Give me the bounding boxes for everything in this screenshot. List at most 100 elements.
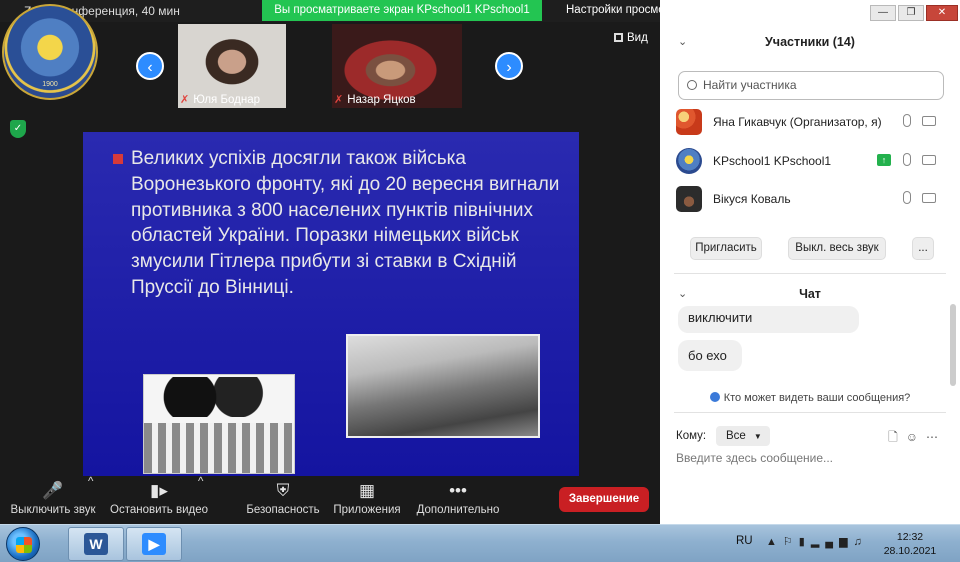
clock-date: 28.10.2021: [883, 545, 937, 557]
microphone-icon: [903, 153, 911, 166]
ellipsis-icon: •••: [449, 481, 467, 500]
ellipsis-icon[interactable]: ⋯: [926, 430, 946, 444]
meeting-area: Zoom Конференция, 40 мин Вы просматривае…: [0, 0, 696, 524]
view-button[interactable]: Вид: [614, 32, 648, 44]
video-tile-yulia[interactable]: ✗ Юля Боднар: [178, 24, 286, 108]
security-label: Безопасность: [246, 504, 320, 516]
encryption-shield-icon[interactable]: ✓: [10, 120, 26, 138]
collapse-chevron-icon[interactable]: ⌄: [678, 287, 687, 300]
video-tile-nazar[interactable]: ✗ Назар Яцков: [332, 24, 462, 108]
shield-icon: ⛨: [276, 481, 290, 500]
end-meeting-button[interactable]: Завершение: [559, 487, 649, 512]
avatar: [676, 148, 702, 174]
window-controls: — ❐ ✕: [868, 2, 958, 21]
battery-icon[interactable]: ▮: [799, 536, 811, 548]
grid-icon: [614, 33, 623, 42]
chat-scrollbar[interactable]: [950, 304, 956, 386]
next-page-button[interactable]: ›: [495, 52, 523, 80]
volume-icon[interactable]: ♫: [854, 536, 868, 548]
video-name: Назар Яцков: [347, 94, 416, 106]
recipient-row: Кому: Все ▼ 🗋☺⋯: [676, 426, 946, 448]
participant-name: KPschool1 KPschool1: [713, 154, 832, 168]
chevron-left-icon: ‹: [147, 59, 153, 76]
taskbar-zoom-app[interactable]: ▶: [126, 527, 182, 561]
chat-tools: 🗋☺⋯: [888, 428, 946, 449]
mute-button[interactable]: 🎤 Выключить звук: [8, 476, 98, 524]
taskbar-word-app[interactable]: W: [68, 527, 124, 561]
invite-button[interactable]: Пригласить: [690, 237, 762, 260]
clock[interactable]: 12:32 28.10.2021: [878, 530, 942, 558]
who-can-see-link[interactable]: Кто может видеть ваши сообщения?: [660, 392, 960, 404]
minimize-button[interactable]: —: [870, 5, 896, 21]
mute-all-button[interactable]: Выкл. весь звук: [788, 237, 886, 260]
flag-icon[interactable]: ⚐: [783, 536, 799, 548]
participant-row[interactable]: Яна Гикавчук (Организатор, я): [676, 109, 946, 135]
apps-label: Приложения: [333, 504, 401, 516]
security-button[interactable]: ⛨ Безопасность: [246, 476, 320, 524]
chat-header: ⌄ Чат: [660, 287, 960, 301]
mute-options-caret-icon[interactable]: ^: [88, 476, 93, 524]
chevron-down-icon: ▼: [753, 432, 762, 441]
microphone-icon: 🎤: [42, 481, 64, 500]
participant-search-input[interactable]: Найти участника: [678, 71, 944, 100]
divider: [674, 273, 946, 274]
maximize-button[interactable]: ❐: [898, 5, 924, 21]
chevron-right-icon: ›: [506, 59, 512, 76]
logo-caption: 1900: [42, 81, 58, 88]
tray-chevron-icon[interactable]: ▲: [766, 536, 783, 548]
info-icon: [709, 392, 720, 402]
search-placeholder: Найти участника: [703, 78, 797, 92]
mute-label: Выключить звук: [10, 504, 96, 516]
system-tray: ▲⚐▮▂▄▆♫: [766, 535, 868, 548]
participant-name: Яна Гикавчук (Организатор, я): [713, 115, 882, 129]
city-photo: [346, 334, 540, 438]
collapse-chevron-icon[interactable]: ⌄: [678, 35, 687, 48]
start-button[interactable]: [6, 527, 40, 561]
chat-message: виключити: [678, 306, 859, 333]
clock-time: 12:32: [896, 531, 924, 543]
recipient-select[interactable]: Все ▼: [716, 426, 770, 446]
participant-name: Вікуся Коваль: [713, 192, 791, 206]
prev-page-button[interactable]: ‹: [136, 52, 164, 80]
stop-video-button[interactable]: ▮▸ Остановить видео: [110, 476, 208, 524]
microphone-icon: [903, 114, 911, 127]
windows-logo-icon: [16, 537, 32, 553]
close-window-button[interactable]: ✕: [926, 5, 958, 21]
participants-header: ⌄ Участники (14): [660, 35, 960, 49]
slide-text: Великих успіхів досягли також війська Во…: [131, 148, 560, 298]
microphone-icon: [903, 191, 911, 204]
camera-icon: [922, 193, 936, 203]
side-panel: — ❐ ✕ ⌄ Участники (14) Найти участника Яна…: [660, 0, 960, 524]
video-options-caret-icon[interactable]: ^: [198, 476, 203, 524]
apps-button[interactable]: ▦ Приложения: [332, 476, 402, 524]
apps-icon: ▦: [358, 481, 376, 500]
emoji-icon[interactable]: ☺: [906, 430, 926, 444]
file-icon[interactable]: 🗋: [888, 430, 906, 444]
smoke-shape: [154, 377, 274, 417]
word-icon: W: [84, 533, 108, 555]
video-camera-icon: ▮▸: [150, 481, 168, 500]
video-label: Остановить видео: [110, 504, 208, 516]
participant-row[interactable]: KPschool1 KPschool1 ↑: [676, 148, 946, 174]
view-label: Вид: [627, 32, 648, 44]
avatar: [676, 186, 702, 212]
chat-message-input[interactable]: Введите здесь сообщение...: [676, 451, 833, 465]
school-logo: 1900: [2, 4, 98, 100]
camera-icon: [922, 155, 936, 165]
shared-screen-slide: Великих успіхів досягли також війська Во…: [83, 132, 579, 476]
chat-message: бо ехо: [678, 340, 742, 371]
recipient-value: Все: [726, 430, 746, 442]
participant-row[interactable]: Вікуся Коваль: [676, 186, 946, 212]
search-icon: [687, 80, 697, 90]
signal-icon[interactable]: ▂▄▆: [811, 536, 854, 548]
chat-title: Чат: [799, 287, 821, 301]
windows-taskbar: W ▶ RU ▲⚐▮▂▄▆♫ 12:32 28.10.2021: [0, 524, 960, 562]
to-label: Кому:: [676, 430, 707, 442]
participants-more-button[interactable]: ...: [912, 237, 934, 260]
more-button[interactable]: ••• Дополнительно: [414, 476, 502, 524]
zoom-icon: ▶: [142, 533, 166, 555]
video-name: Юля Боднар: [193, 94, 260, 106]
avatar: [676, 109, 702, 135]
language-indicator[interactable]: RU: [736, 535, 753, 547]
fire-photo: [143, 374, 295, 474]
